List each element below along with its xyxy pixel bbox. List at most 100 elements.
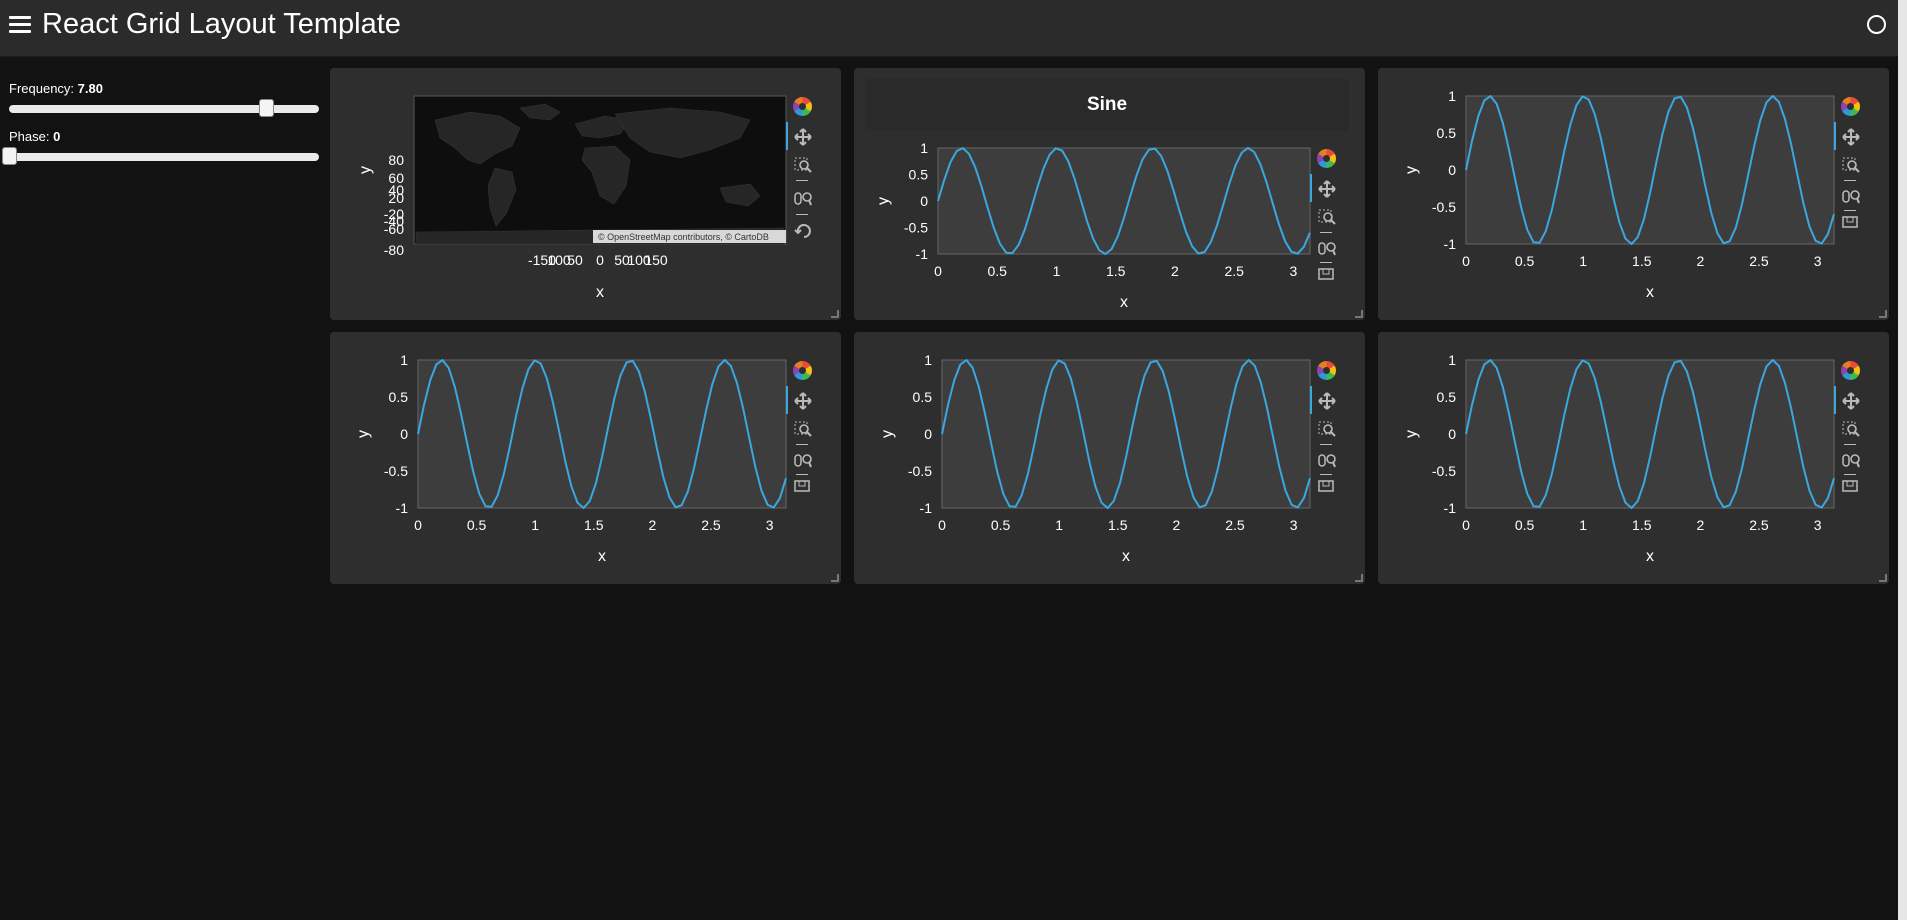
y-tick-label: -1 xyxy=(920,500,933,516)
phase-slider[interactable] xyxy=(2,147,319,165)
map-y-tick-label: 20 xyxy=(388,190,404,206)
plot-area[interactable] xyxy=(941,359,1311,509)
pan-icon[interactable] xyxy=(790,390,816,412)
box-zoom-icon[interactable] xyxy=(790,154,816,176)
resize-handle[interactable] xyxy=(831,310,839,318)
x-tick-label: 2.5 xyxy=(1749,517,1769,533)
save-icon[interactable] xyxy=(1314,266,1340,288)
y-tick-label: 0.5 xyxy=(1437,125,1457,141)
x-axis-label: x xyxy=(1646,548,1654,565)
wheel-zoom-icon[interactable] xyxy=(1314,450,1340,472)
plot-area[interactable] xyxy=(1465,95,1835,245)
bokeh-logo-icon[interactable] xyxy=(1314,148,1340,170)
wheel-zoom-icon[interactable] xyxy=(790,450,816,472)
x-tick-label: 2 xyxy=(1696,253,1704,269)
resize-handle[interactable] xyxy=(1355,310,1363,318)
x-tick-label: 1.5 xyxy=(584,517,604,533)
x-tick-label: 1.5 xyxy=(1632,517,1652,533)
y-tick-label: -1 xyxy=(396,500,409,516)
pan-icon[interactable] xyxy=(1314,390,1340,412)
x-tick-label: 3 xyxy=(1814,517,1822,533)
x-tick-label: 1 xyxy=(1053,263,1061,279)
save-icon[interactable] xyxy=(1838,478,1864,500)
resize-handle[interactable] xyxy=(1879,310,1887,318)
reset-icon[interactable] xyxy=(790,220,816,242)
pan-icon[interactable] xyxy=(1838,126,1864,148)
bokeh-logo-icon[interactable] xyxy=(1314,360,1340,382)
resize-handle[interactable] xyxy=(831,574,839,582)
x-axis-label: x xyxy=(598,548,606,565)
bokeh-logo-icon[interactable] xyxy=(790,360,816,382)
app-title: React Grid Layout Template xyxy=(42,8,401,40)
y-tick-label: -1 xyxy=(916,246,929,262)
phase-value: 0 xyxy=(53,129,61,144)
x-tick-label: 2 xyxy=(1172,517,1180,533)
frequency-slider-handle[interactable] xyxy=(259,99,275,117)
y-tick-label: 0 xyxy=(920,193,928,209)
pan-icon[interactable] xyxy=(1838,390,1864,412)
frequency-label: Frequency: 7.80 xyxy=(9,81,103,96)
x-tick-label: 2.5 xyxy=(1225,517,1245,533)
map-y-tick-label: -60 xyxy=(384,221,404,237)
map-y-tick-label: 80 xyxy=(388,152,404,168)
x-tick-label: 2 xyxy=(1171,263,1179,279)
box-zoom-icon[interactable] xyxy=(1838,418,1864,440)
y-axis-label: y xyxy=(355,430,372,438)
wheel-zoom-icon[interactable] xyxy=(1314,238,1340,260)
x-axis-label: x xyxy=(1122,548,1130,565)
wheel-zoom-icon[interactable] xyxy=(1838,186,1864,208)
map-x-ticks: -15010050 0 50100150 xyxy=(528,252,668,268)
x-tick-label: 0.5 xyxy=(988,263,1008,279)
y-tick-label: 1 xyxy=(924,352,932,368)
page-scrollbar[interactable] xyxy=(1898,0,1907,920)
phase-label: Phase: 0 xyxy=(9,129,61,144)
save-icon[interactable] xyxy=(790,478,816,500)
frequency-slider[interactable] xyxy=(9,99,319,117)
bokeh-logo-icon[interactable] xyxy=(1838,96,1864,118)
busy-indicator-icon xyxy=(1867,15,1886,34)
y-tick-label: -1 xyxy=(1444,500,1457,516)
active-tool-indicator xyxy=(786,386,788,414)
wheel-zoom-icon[interactable] xyxy=(790,188,816,210)
plot-area[interactable] xyxy=(1465,359,1835,509)
plot-card-3: 1 0.5 0 -0.5 -1 0 0.5 1 1.5 2 2.5 3 x y xyxy=(1378,68,1889,320)
resize-handle[interactable] xyxy=(1879,574,1887,582)
x-tick-label: 0 xyxy=(938,517,946,533)
plot-card-6: 1 0.5 0 -0.5 -1 0 0.5 1 1.5 2 2.5 3 x y xyxy=(1378,332,1889,584)
y-tick-label: -1 xyxy=(1444,236,1457,252)
y-tick-label: 0 xyxy=(1448,426,1456,442)
pan-icon[interactable] xyxy=(790,126,816,148)
x-tick-label: 1.5 xyxy=(1106,263,1126,279)
save-icon[interactable] xyxy=(1314,478,1340,500)
map-y-ticks: 80604020-20-40-60-80 xyxy=(384,152,404,258)
x-tick-label: 3 xyxy=(1814,253,1822,269)
bokeh-logo-icon[interactable] xyxy=(790,96,816,118)
map-x-axis-label: x xyxy=(596,284,604,301)
resize-handle[interactable] xyxy=(1355,574,1363,582)
x-tick-label: 2 xyxy=(1696,517,1704,533)
app-header: React Grid Layout Template xyxy=(0,0,1898,57)
save-icon[interactable] xyxy=(1838,214,1864,236)
y-tick-label: 0 xyxy=(1448,162,1456,178)
plot-card-5: 1 0.5 0 -0.5 -1 0 0.5 1 1.5 2 2.5 3 x y xyxy=(854,332,1365,584)
x-tick-label: 1.5 xyxy=(1108,517,1128,533)
map-attribution: © OpenStreetMap contributors, © CartoDB xyxy=(598,232,769,242)
box-zoom-icon[interactable] xyxy=(1838,154,1864,176)
map-plot[interactable]: © OpenStreetMap contributors, © CartoDB … xyxy=(330,68,841,320)
bokeh-logo-icon[interactable] xyxy=(1838,360,1864,382)
y-tick-label: -0.5 xyxy=(1432,199,1456,215)
pan-icon[interactable] xyxy=(1314,178,1340,200)
y-tick-label: -0.5 xyxy=(908,463,932,479)
y-tick-label: 1 xyxy=(1448,352,1456,368)
plot-area[interactable] xyxy=(417,359,787,509)
y-tick-label: 0 xyxy=(924,426,932,442)
x-tick-label: 2.5 xyxy=(1224,263,1244,279)
hamburger-menu-icon[interactable] xyxy=(9,16,31,34)
map-x-tick-label: 50 xyxy=(567,252,583,268)
box-zoom-icon[interactable] xyxy=(790,418,816,440)
box-zoom-icon[interactable] xyxy=(1314,206,1340,228)
wheel-zoom-icon[interactable] xyxy=(1838,450,1864,472)
plot-area[interactable] xyxy=(937,147,1311,255)
box-zoom-icon[interactable] xyxy=(1314,418,1340,440)
phase-slider-handle[interactable] xyxy=(2,147,17,165)
